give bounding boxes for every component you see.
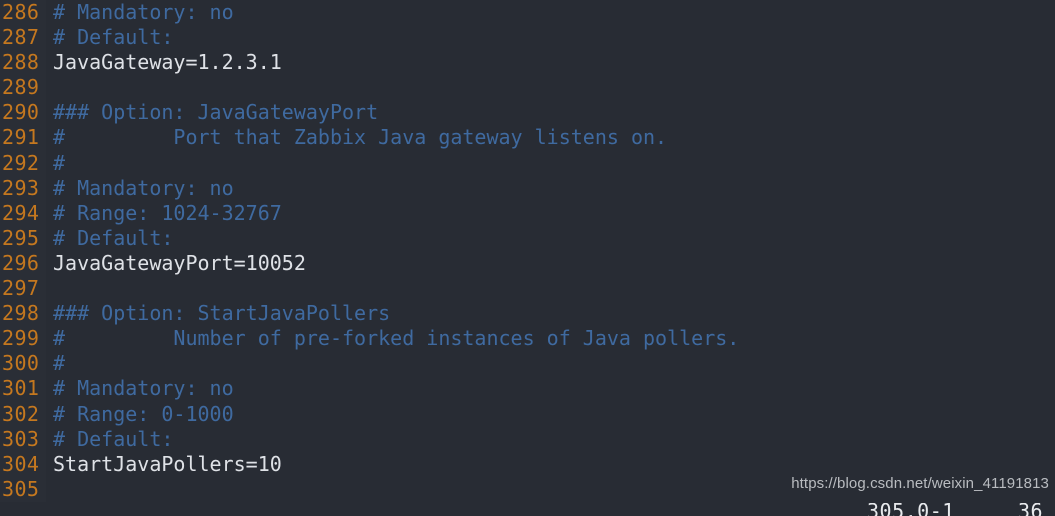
scroll-percent-indicator: 36	[1018, 503, 1044, 516]
line-number: 290	[0, 100, 46, 126]
editor-window: 286 # Mandatory: no 287 # Default: 288 JavaGa…	[0, 0, 1055, 516]
code-line-text[interactable]: JavaGatewayPort=10052	[46, 251, 1055, 276]
code-line-text[interactable]: # Mandatory: no	[46, 176, 1055, 201]
code-line[interactable]: 297	[0, 276, 1055, 302]
code-line[interactable]: 303 # Default:	[0, 426, 1055, 452]
code-line-text[interactable]: # Number of pre-forked instances of Java…	[46, 326, 1055, 351]
line-number: 291	[0, 125, 46, 151]
code-editor-area[interactable]: 286 # Mandatory: no 287 # Default: 288 JavaGa…	[0, 0, 1055, 503]
line-number: 301	[0, 376, 46, 402]
code-line-text[interactable]: # Default:	[46, 427, 1055, 452]
cursor-position-indicator: 305,0-1	[867, 503, 955, 516]
line-number: 296	[0, 250, 46, 277]
line-number: 294	[0, 200, 46, 226]
code-line[interactable]: 289	[0, 75, 1055, 101]
line-number: 295	[0, 225, 46, 251]
line-number: 289	[0, 75, 46, 101]
code-line-text[interactable]: # Default:	[46, 25, 1055, 50]
code-line[interactable]: 302 # Range: 0-1000	[0, 401, 1055, 427]
line-number: 303	[0, 426, 46, 452]
code-line[interactable]: 295 # Default:	[0, 225, 1055, 251]
code-line-text[interactable]: ### Option: JavaGatewayPort	[46, 100, 1055, 125]
code-line-text[interactable]: # Range: 1024-32767	[46, 201, 1055, 226]
line-number: 287	[0, 25, 46, 51]
code-line[interactable]: 299 # Number of pre-forked instances of J…	[0, 326, 1055, 352]
line-number: 299	[0, 326, 46, 352]
code-line-text[interactable]: #	[46, 351, 1055, 376]
code-line-text[interactable]: # Default:	[46, 226, 1055, 251]
line-number: 305	[0, 476, 46, 502]
line-number: 304	[0, 451, 46, 477]
code-line[interactable]: 287 # Default:	[0, 25, 1055, 51]
code-line[interactable]: 298 ### Option: StartJavaPollers	[0, 301, 1055, 327]
code-line[interactable]: 301 # Mandatory: no	[0, 376, 1055, 402]
code-line-text[interactable]: ### Option: StartJavaPollers	[46, 301, 1055, 326]
code-line-text[interactable]: #	[46, 151, 1055, 176]
code-line[interactable]: 296 JavaGatewayPort=10052	[0, 250, 1055, 277]
code-line-text[interactable]: StartJavaPollers=10	[46, 452, 1055, 477]
code-line[interactable]: 291 # Port that Zabbix Java gateway liste…	[0, 125, 1055, 151]
code-line[interactable]: 300 #	[0, 351, 1055, 377]
line-number: 286	[0, 0, 46, 26]
code-line[interactable]: 304 StartJavaPollers=10	[0, 451, 1055, 477]
line-number: 288	[0, 50, 46, 76]
code-line-text[interactable]: # Port that Zabbix Java gateway listens …	[46, 125, 1055, 150]
line-number: 300	[0, 351, 46, 377]
editor-status-bar: 305,0-1 36	[0, 503, 1055, 516]
code-line-text[interactable]: # Range: 0-1000	[46, 402, 1055, 427]
code-line-text[interactable]: # Mandatory: no	[46, 0, 1055, 25]
code-line[interactable]: 292 #	[0, 150, 1055, 176]
line-number: 302	[0, 401, 46, 427]
line-number: 292	[0, 150, 46, 176]
line-number: 297	[0, 276, 46, 302]
code-line[interactable]: 288 JavaGateway=1.2.3.1	[0, 50, 1055, 76]
code-line[interactable]: 294 # Range: 1024-32767	[0, 200, 1055, 226]
code-line-text[interactable]: # Mandatory: no	[46, 376, 1055, 401]
line-number: 293	[0, 175, 46, 201]
code-line[interactable]: 286 # Mandatory: no	[0, 0, 1055, 26]
code-line[interactable]: 290 ### Option: JavaGatewayPort	[0, 100, 1055, 126]
watermark-text: https://blog.csdn.net/weixin_41191813	[791, 475, 1049, 492]
line-number: 298	[0, 301, 46, 327]
code-line[interactable]: 293 # Mandatory: no	[0, 175, 1055, 201]
code-line-text[interactable]: JavaGateway=1.2.3.1	[46, 50, 1055, 75]
